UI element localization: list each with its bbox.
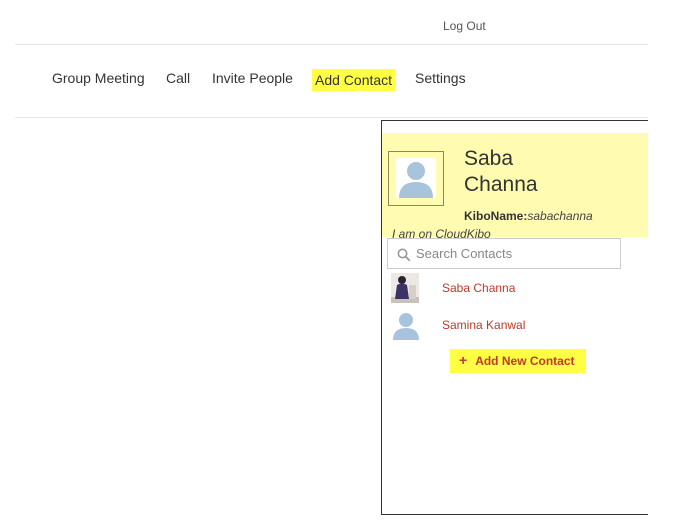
add-new-contact-label: Add New Contact (475, 354, 575, 368)
kiboname-value: sabachanna (527, 209, 593, 223)
contact-item[interactable]: Saba Channa (391, 273, 641, 303)
profile-first-name: Saba (464, 147, 514, 170)
logout-link[interactable]: Log Out (443, 19, 486, 33)
nav-call[interactable]: Call (166, 69, 190, 87)
plus-icon: + (459, 352, 468, 368)
top-divider (15, 44, 648, 45)
nav-divider (15, 117, 648, 118)
default-user-icon (396, 158, 436, 198)
nav-settings[interactable]: Settings (415, 69, 466, 87)
contact-name: Samina Kanwal (442, 318, 526, 332)
default-user-icon (391, 310, 421, 345)
nav-invite-people[interactable]: Invite People (212, 69, 293, 87)
profile-last-name: Channa (464, 173, 538, 196)
profile-avatar (388, 151, 444, 206)
profile-name: Saba Channa (464, 146, 538, 198)
nav-add-contact[interactable]: Add Contact (312, 69, 396, 91)
contacts-panel: Saba Channa KiboName:sabachanna I am on … (381, 120, 648, 515)
profile-card: Saba Channa KiboName:sabachanna I am on … (382, 133, 648, 241)
search-input[interactable] (416, 239, 616, 268)
search-box[interactable] (387, 238, 621, 269)
add-new-contact-button[interactable]: + Add New Contact (450, 349, 586, 373)
search-icon (397, 248, 411, 267)
kiboname: KiboName:sabachanna (464, 209, 593, 223)
kiboname-label: KiboName: (464, 209, 528, 223)
contact-name: Saba Channa (442, 281, 516, 295)
nav-group-meeting[interactable]: Group Meeting (52, 69, 145, 87)
contact-photo (391, 273, 419, 303)
contact-item[interactable]: Samina Kanwal (391, 310, 641, 340)
